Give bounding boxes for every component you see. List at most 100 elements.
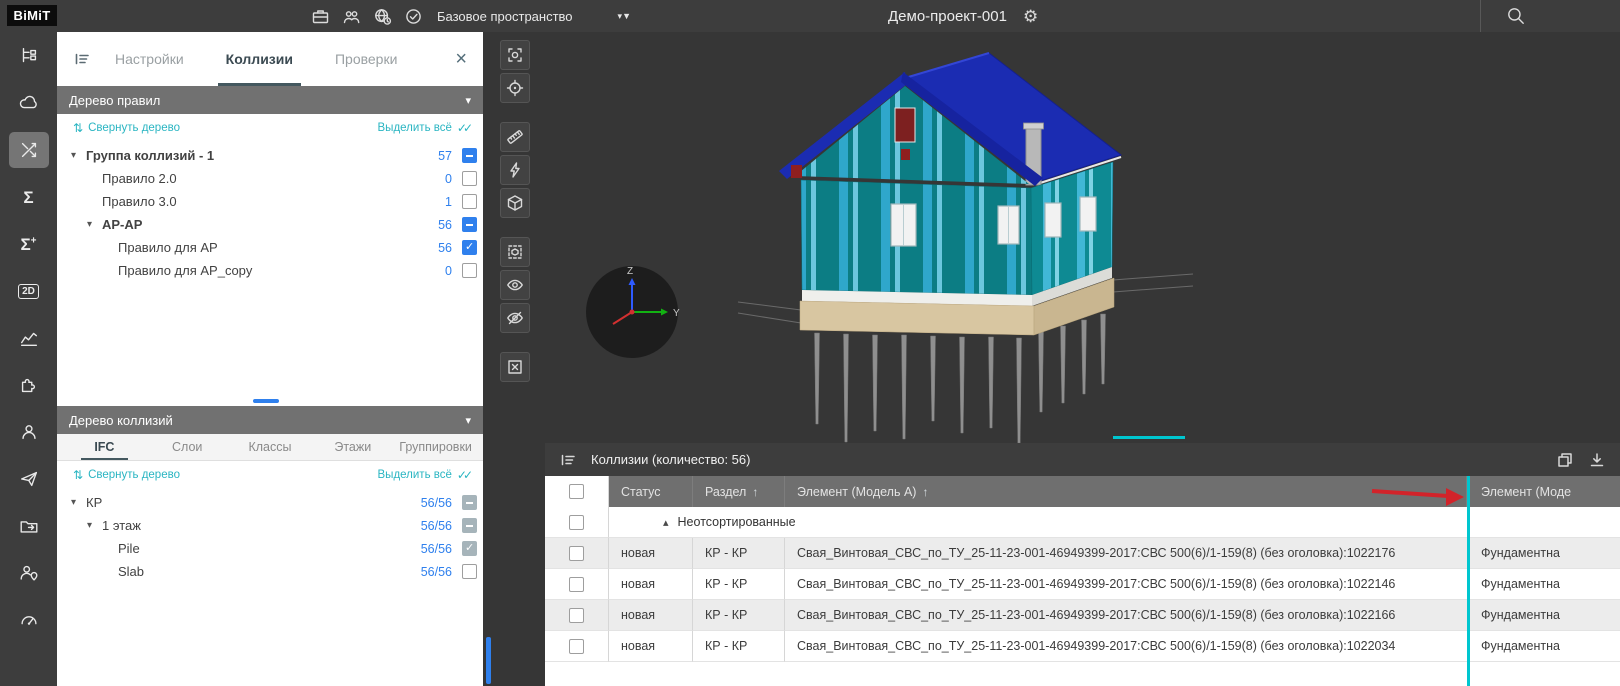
row-checkbox[interactable] (569, 546, 584, 561)
rules-tree-header[interactable]: Дерево правил (57, 86, 483, 114)
tree-node[interactable]: Правило 3.0 1 (57, 190, 483, 213)
column-section[interactable]: Раздел (693, 476, 785, 507)
section-cut-button[interactable] (500, 155, 530, 185)
chart-icon[interactable] (9, 320, 49, 356)
expander-icon[interactable] (71, 150, 86, 161)
node-checkbox[interactable] (462, 240, 477, 255)
row-checkbox[interactable] (569, 639, 584, 654)
panel-menu-icon[interactable] (73, 50, 91, 68)
table-row[interactable]: новая КР - КР Свая_Винтовая_СВС_по_ТУ_25… (545, 569, 1620, 600)
fit-view-button[interactable] (500, 40, 530, 70)
model-tree-icon[interactable] (9, 38, 49, 74)
node-checkbox[interactable] (462, 541, 477, 556)
copy-icon[interactable] (1556, 451, 1574, 469)
select-all-link[interactable]: Выделить всё (378, 468, 473, 482)
roof-detail-red (901, 149, 910, 160)
table-row[interactable]: новая КР - КР Свая_Винтовая_СВС_по_ТУ_25… (545, 631, 1620, 662)
column-status[interactable]: Статус (609, 476, 693, 507)
tree-node[interactable]: КР 56/56 (57, 491, 483, 514)
search-icon[interactable] (1506, 6, 1526, 26)
cloud-icon[interactable] (9, 85, 49, 121)
node-checkbox[interactable] (462, 194, 477, 209)
expander-icon[interactable] (71, 497, 86, 508)
send-icon[interactable] (9, 461, 49, 497)
tree-node[interactable]: 1 этаж 56/56 (57, 514, 483, 537)
node-checkbox[interactable] (462, 171, 477, 186)
expander-icon[interactable] (87, 219, 102, 230)
section-box-button[interactable] (500, 188, 530, 218)
orientation-widget[interactable]: Z Y (586, 266, 680, 358)
collapse-tree-link[interactable]: Свернуть дерево (73, 121, 180, 135)
isolate-box-button[interactable] (500, 237, 530, 267)
tree-node[interactable]: АР-АР 56 (57, 213, 483, 236)
column-resize-divider[interactable] (1467, 476, 1470, 686)
tab-layers[interactable]: Слои (146, 434, 229, 460)
panel-resize-handle[interactable] (1113, 436, 1185, 439)
globe-status-icon[interactable] (372, 6, 392, 26)
node-count: 56 (438, 218, 452, 232)
select-all-link[interactable]: Выделить всё (378, 121, 473, 135)
tab-classes[interactable]: Классы (229, 434, 312, 460)
tree-node[interactable]: Правило для АР_copy 0 (57, 259, 483, 282)
tree-node[interactable]: Pile 56/56 (57, 537, 483, 560)
sigma-icon[interactable]: Σ (9, 179, 49, 215)
toolbox-icon[interactable] (310, 6, 330, 26)
column-element-a[interactable]: Элемент (Модель А) (785, 476, 1467, 507)
sigma-plus-icon[interactable]: Σ+ (9, 226, 49, 262)
node-checkbox[interactable] (462, 217, 477, 232)
tab-settings[interactable]: Настройки (115, 32, 184, 86)
horizontal-scrollbar[interactable] (253, 399, 279, 403)
node-checkbox[interactable] (462, 518, 477, 533)
team-icon[interactable] (341, 6, 361, 26)
vertical-scrollbar[interactable] (486, 637, 491, 684)
workspace-label: Базовое пространство (437, 9, 573, 24)
clear-selection-button[interactable] (500, 352, 530, 382)
table-menu-icon[interactable] (559, 451, 577, 469)
focus-center-button[interactable] (500, 73, 530, 103)
tree-node[interactable]: Правило 2.0 0 (57, 167, 483, 190)
dashboard-gauge-icon[interactable] (9, 602, 49, 638)
row-checkbox-cell (545, 507, 609, 538)
node-checkbox[interactable] (462, 148, 477, 163)
node-count: 56 (438, 241, 452, 255)
collapse-tree-link[interactable]: Свернуть дерево (73, 468, 180, 482)
view-2d-icon[interactable]: 2D (9, 273, 49, 309)
row-checkbox[interactable] (569, 515, 584, 530)
tab-ifc[interactable]: IFC (63, 434, 146, 460)
row-checkbox[interactable] (569, 577, 584, 592)
table-row[interactable]: новая КР - КР Свая_Винтовая_СВС_по_ТУ_25… (545, 600, 1620, 631)
tab-floors[interactable]: Этажи (311, 434, 394, 460)
cell-section: КР - КР (693, 631, 785, 662)
user-icon[interactable] (9, 414, 49, 450)
node-checkbox[interactable] (462, 263, 477, 278)
row-checkbox[interactable] (569, 608, 584, 623)
tree-node[interactable]: Slab 56/56 (57, 560, 483, 583)
tree-node[interactable]: Правило для АР 56 (57, 236, 483, 259)
node-checkbox[interactable] (462, 495, 477, 510)
column-element-b[interactable]: Элемент (Моде (1467, 476, 1620, 507)
folder-export-icon[interactable] (9, 508, 49, 544)
expander-icon[interactable] (87, 520, 102, 531)
collapse-group-icon[interactable] (663, 515, 678, 529)
tab-groupings[interactable]: Группировки (394, 434, 477, 460)
select-all-checkbox[interactable] (569, 484, 584, 499)
show-eye-button[interactable] (500, 270, 530, 300)
tab-checks[interactable]: Проверки (335, 32, 397, 86)
tree-node[interactable]: Группа коллизий - 1 57 (57, 144, 483, 167)
tab-collisions[interactable]: Коллизии (226, 32, 293, 86)
export-download-icon[interactable] (1588, 451, 1606, 469)
group-row[interactable]: Неотсортированные (545, 507, 1620, 538)
settings-gear-icon[interactable] (1023, 8, 1038, 25)
node-checkbox[interactable] (462, 564, 477, 579)
table-row[interactable]: новая КР - КР Свая_Винтовая_СВС_по_ТУ_25… (545, 538, 1620, 569)
workspace-selector[interactable]: Базовое пространство ▼ (437, 0, 631, 32)
collisions-tree-header[interactable]: Дерево коллизий (57, 406, 483, 434)
viewport-3d[interactable]: Z Y (483, 32, 1620, 686)
check-circle-icon[interactable] (403, 6, 423, 26)
user-location-icon[interactable] (9, 555, 49, 591)
measure-button[interactable] (500, 122, 530, 152)
close-icon[interactable] (455, 49, 467, 69)
hide-eye-button[interactable] (500, 303, 530, 333)
collisions-icon[interactable] (9, 132, 49, 168)
plugin-icon[interactable] (9, 367, 49, 403)
